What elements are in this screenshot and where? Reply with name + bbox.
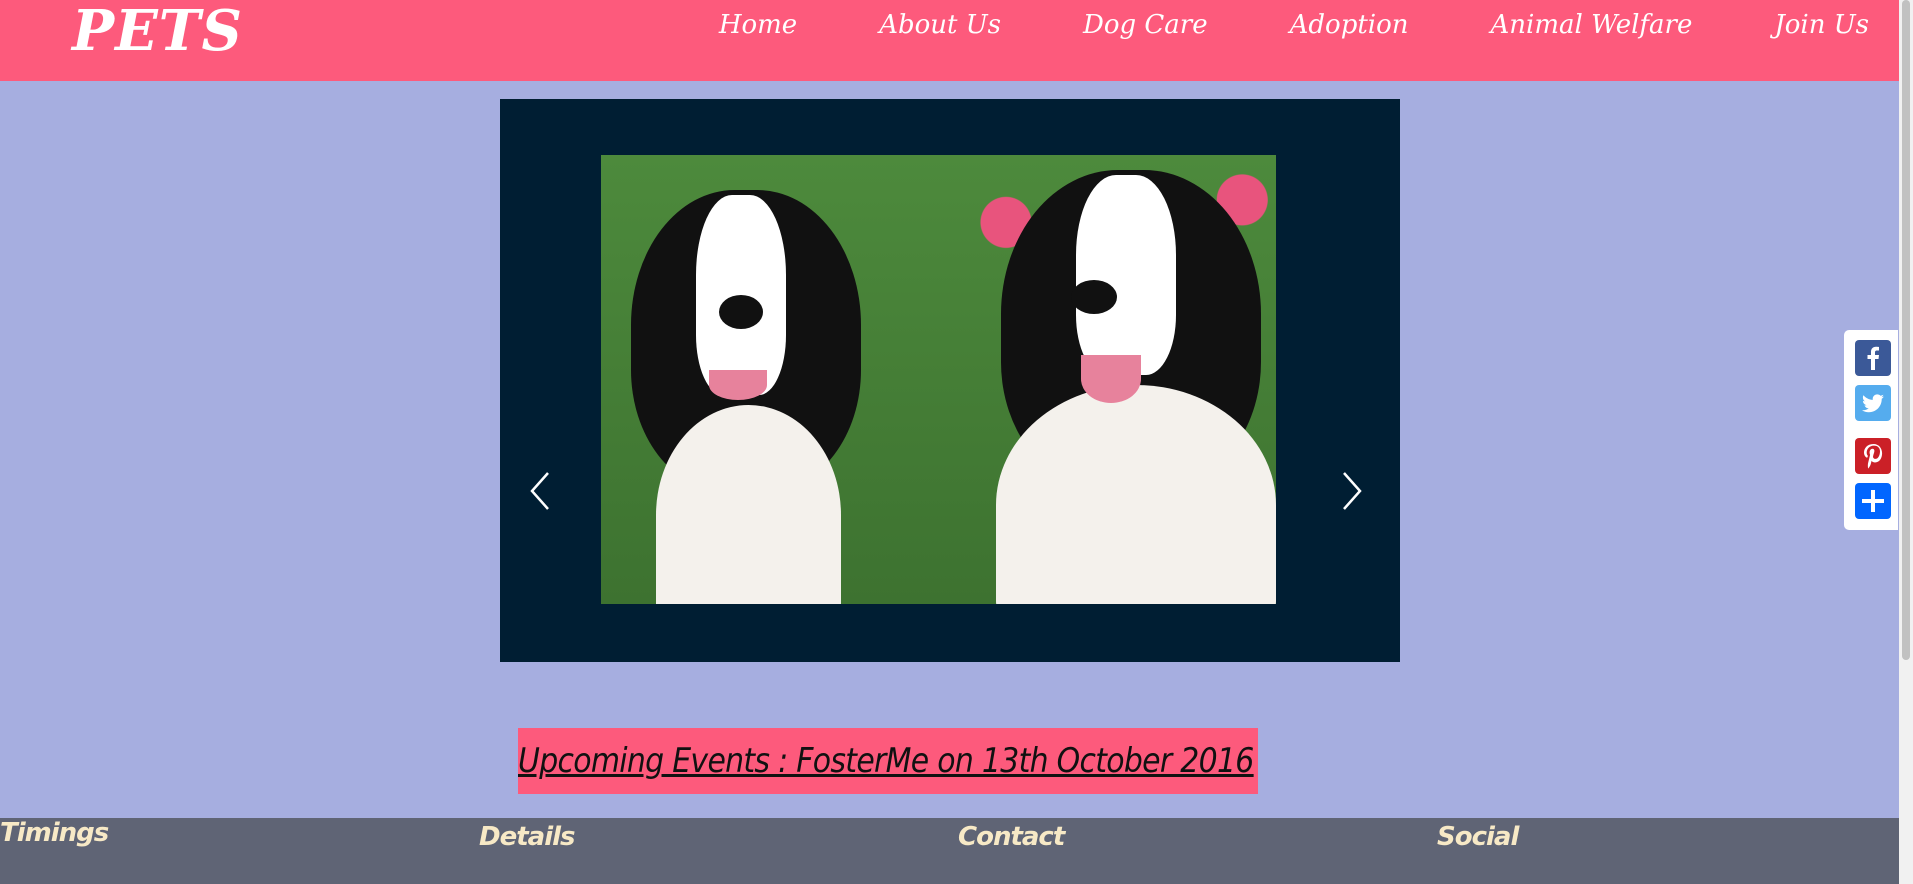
page-scrollbar[interactable] — [1899, 0, 1913, 884]
chevron-right-icon — [1343, 472, 1362, 510]
page-footer: Timings Details Contact Social — [0, 818, 1899, 884]
carousel-slide-image — [601, 155, 1276, 604]
nav-adoption[interactable]: Adoption — [1290, 8, 1409, 42]
top-navbar: PETS Home About Us Dog Care Adoption Ani… — [0, 0, 1899, 81]
pinterest-icon — [1864, 444, 1883, 469]
scrollbar-thumb[interactable] — [1902, 0, 1910, 660]
share-plus-icon — [1862, 490, 1884, 512]
image-carousel — [500, 99, 1400, 662]
twitter-share-button[interactable] — [1855, 385, 1891, 421]
nav-menu: Home About Us Dog Care Adoption Animal W… — [637, 8, 1869, 42]
nav-home[interactable]: Home — [719, 8, 797, 42]
upcoming-events-link[interactable]: Upcoming Events : FosterMe on 13th Octob… — [518, 728, 1254, 794]
carousel-prev-button[interactable] — [526, 469, 556, 513]
twitter-icon — [1862, 394, 1884, 413]
footer-contact-heading: Contact — [958, 822, 1065, 852]
pinterest-share-button[interactable] — [1855, 438, 1891, 474]
site-logo[interactable]: PETS — [72, 0, 243, 64]
nav-join-us[interactable]: Join Us — [1774, 8, 1869, 42]
facebook-icon — [1867, 346, 1879, 370]
share-more-button[interactable] — [1855, 483, 1891, 519]
facebook-share-button[interactable] — [1855, 340, 1891, 376]
upcoming-events-banner[interactable]: Upcoming Events : FosterMe on 13th Octob… — [518, 728, 1258, 794]
footer-timings-heading: Timings — [0, 818, 109, 848]
social-share-bar — [1844, 330, 1898, 530]
chevron-left-icon — [530, 472, 549, 510]
carousel-next-button[interactable] — [1336, 469, 1366, 513]
nav-dog-care[interactable]: Dog Care — [1083, 8, 1208, 42]
footer-social-heading: Social — [1437, 822, 1519, 852]
footer-details-heading: Details — [479, 822, 575, 852]
nav-animal-welfare[interactable]: Animal Welfare — [1491, 8, 1693, 42]
nav-about-us[interactable]: About Us — [879, 8, 1001, 42]
